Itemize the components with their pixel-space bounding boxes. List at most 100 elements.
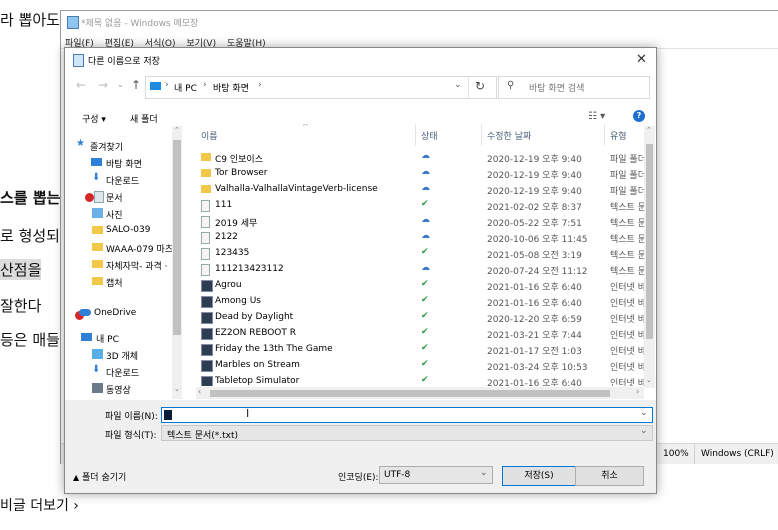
address-bar[interactable]: › 내 PC › 바탕 화면 › ⌄ ↻ xyxy=(145,76,497,99)
tree-item-pictures[interactable]: 사진 ✦ xyxy=(75,206,181,222)
new-folder-button[interactable]: 새 폴더 xyxy=(130,112,158,125)
file-row[interactable]: Tor Browser ☁ 2020-12-19 오후 9:40 파일 폴더 xyxy=(196,165,656,181)
file-row[interactable]: 2122 ☁ 2020-10-06 오후 11:45 텍스트 문서 xyxy=(196,229,656,245)
refresh-icon[interactable]: ↻ xyxy=(475,79,485,93)
file-name: Marbles on Stream xyxy=(215,360,300,370)
filetype-select[interactable]: 텍스트 문서(*.txt) ⌄ xyxy=(161,425,653,441)
file-row[interactable]: 111213423112 ☁ 2020-07-24 오전 11:12 텍스트 문서 xyxy=(196,261,656,277)
bg-more-link[interactable]: 비글 더보기 › xyxy=(0,495,79,515)
cube-icon xyxy=(92,349,103,359)
tree-item-documents[interactable]: 문서 ✦ xyxy=(75,189,181,205)
text-file-icon xyxy=(201,200,210,212)
tree-item-3d-objects[interactable]: 3D 개체 xyxy=(75,347,181,363)
column-type[interactable]: 유형 xyxy=(610,129,627,151)
chevron-down-icon[interactable]: ⌄ xyxy=(640,408,648,418)
synced-check-icon: ✔ xyxy=(421,279,429,289)
save-button[interactable]: 저장(S) xyxy=(502,466,576,486)
tree-item-this-pc[interactable]: 내 PC xyxy=(75,330,181,346)
scroll-thumb[interactable] xyxy=(646,144,653,339)
file-type: 파일 폴더 xyxy=(610,171,646,181)
tree-item-folder-salo[interactable]: SALO-039 xyxy=(75,223,181,239)
bg-line-6: 등은 매들 xyxy=(0,331,60,349)
star-icon: ★ xyxy=(76,138,85,149)
filename-input[interactable]: I ⌄ xyxy=(161,407,653,423)
tree-item-videos[interactable]: 동영상 xyxy=(75,381,181,396)
chevron-down-icon[interactable]: ⌄ xyxy=(640,426,648,436)
shortcut-icon xyxy=(201,376,213,386)
file-row[interactable]: 123435 ✔ 2021-05-08 오전 3:19 텍스트 문서 xyxy=(196,245,656,261)
file-row[interactable]: Among Us✔2021-01-16 오후 6:40인터넷 바로 가기 xyxy=(196,293,656,309)
file-row[interactable]: Agrou✔2021-01-16 오후 6:40인터넷 바로 가기 xyxy=(196,277,656,293)
search-box[interactable]: ⚲ 바탕 화면 검색 xyxy=(498,76,650,99)
tree-item-folder-waaa[interactable]: WAAA-079 마츠 xyxy=(75,240,181,256)
file-row[interactable]: 2019 세무 ☁ 2020-05-22 오후 7:51 텍스트 문서 xyxy=(196,213,656,229)
file-name: Dead by Daylight xyxy=(215,312,294,322)
desktop-icon xyxy=(91,158,102,166)
file-name: C9 인보이스 xyxy=(215,155,263,165)
file-row[interactable]: EZ2ON REBOOT R✔2021-03-21 오후 7:44인터넷 바로 … xyxy=(196,325,656,341)
hide-folders-button[interactable]: ▲ 폴더 숨기기 xyxy=(73,470,126,483)
tree-item-downloads[interactable]: ⬇ 다운로드 ✦ xyxy=(75,172,181,188)
cloud-status-icon: ☁ xyxy=(421,167,430,177)
synced-check-icon: ✔ xyxy=(421,359,429,369)
folder-icon xyxy=(201,169,211,177)
file-row[interactable]: Marbles on Stream ✔ 2021-03-24 오후 10:53 인터넷… xyxy=(196,357,656,373)
file-row[interactable]: Friday the 13th The Game ✔ 2021-01-17 오전 1… xyxy=(196,341,656,357)
address-dropdown-icon[interactable]: ⌄ xyxy=(454,80,462,90)
tree-item-favorites[interactable]: ★ 즐겨찾기 xyxy=(75,138,181,154)
synced-check-icon: ✔ xyxy=(421,311,429,321)
up-arrow-icon[interactable]: ↑ xyxy=(131,78,141,92)
folder-icon xyxy=(201,153,211,161)
shortcut-icon xyxy=(201,312,213,324)
file-row[interactable]: 111 ✔ 2021-02-02 오후 8:37 텍스트 문서 xyxy=(196,197,656,213)
search-icon: ⚲ xyxy=(507,80,515,91)
hscroll-thumb[interactable] xyxy=(210,390,610,397)
navigation-bar: ← → ⌄ ↑ › 내 PC › 바탕 화면 › ⌄ ↻ ⚲ 바탕 화면 검색 xyxy=(65,73,656,103)
file-date: 2021-01-16 오후 6:40 xyxy=(487,299,582,309)
tree-item-desktop[interactable]: 바탕 화면 ✦ xyxy=(75,155,181,171)
file-row[interactable]: Tabletop Simulator ✔ 2021-01-16 오후 6:40 인터넷… xyxy=(196,373,656,386)
help-icon[interactable]: ? xyxy=(633,110,645,122)
file-name: Tabletop Simulator xyxy=(215,376,300,386)
navigation-scrollbar[interactable]: ⌃ ⌄ xyxy=(172,126,182,399)
tree-item-folder-subtitles[interactable]: 자체자막- 과격 · xyxy=(75,257,181,273)
shortcut-icon xyxy=(201,296,213,308)
pc-icon xyxy=(150,82,161,90)
file-list-scrollbar[interactable]: ⌃ ⌄ xyxy=(644,126,655,388)
column-modified[interactable]: 수정한 날짜 xyxy=(487,129,531,151)
file-row[interactable]: Valhalla-ValhallaVintageVerb-license ☁ 202… xyxy=(196,181,656,197)
tree-item-downloads-pc[interactable]: ⬇ 다운로드 xyxy=(75,364,181,380)
text-file-icon xyxy=(201,264,210,276)
notepad-title: *제목 없음 - Windows 메모장 xyxy=(81,19,199,29)
cancel-button[interactable]: 취소 xyxy=(575,466,644,486)
error-badge-icon xyxy=(85,193,94,202)
notepad-icon xyxy=(67,16,79,29)
tree-item-folder-capture[interactable]: 캡처 xyxy=(75,274,181,290)
view-options-icon[interactable]: ☷ ▾ xyxy=(588,111,605,122)
synced-check-icon: ✔ xyxy=(421,343,429,353)
column-status[interactable]: 상태 xyxy=(421,129,438,151)
filetype-value: 텍스트 문서(*.txt) xyxy=(167,431,239,441)
column-name[interactable]: 이름 xyxy=(201,129,218,151)
chevron-down-icon[interactable]: ⌄ xyxy=(117,80,124,89)
pictures-icon xyxy=(92,208,103,218)
shortcut-icon xyxy=(201,344,213,356)
folder-icon xyxy=(92,243,103,251)
file-name: Agrou xyxy=(215,280,242,290)
close-icon[interactable]: ✕ xyxy=(636,52,647,67)
tree-item-onedrive[interactable]: OneDrive xyxy=(75,306,181,322)
forward-arrow-icon[interactable]: → xyxy=(98,78,108,92)
breadcrumb-desktop[interactable]: 바탕 화면 xyxy=(213,81,249,94)
file-row[interactable]: C9 인보이스 ☁ 2020-12-19 오후 9:40 파일 폴더 xyxy=(196,149,656,165)
file-date: 2021-01-17 오전 1:03 xyxy=(487,347,582,357)
encoding-select[interactable]: UTF-8 ⌄ xyxy=(379,466,493,484)
text-file-icon xyxy=(201,232,210,244)
file-name: 2122 xyxy=(215,232,238,242)
file-row[interactable]: Dead by Daylight✔2020-12-20 오후 6:59인터넷 바… xyxy=(196,309,656,325)
chevron-down-icon[interactable]: ⌄ xyxy=(480,468,488,478)
breadcrumb-pc[interactable]: 내 PC xyxy=(174,81,197,94)
file-list-hscrollbar[interactable]: ‹ › xyxy=(196,387,644,399)
scroll-thumb[interactable] xyxy=(173,140,181,335)
back-arrow-icon[interactable]: ← xyxy=(76,78,86,92)
organize-button[interactable]: 구성 ▾ xyxy=(82,112,106,125)
